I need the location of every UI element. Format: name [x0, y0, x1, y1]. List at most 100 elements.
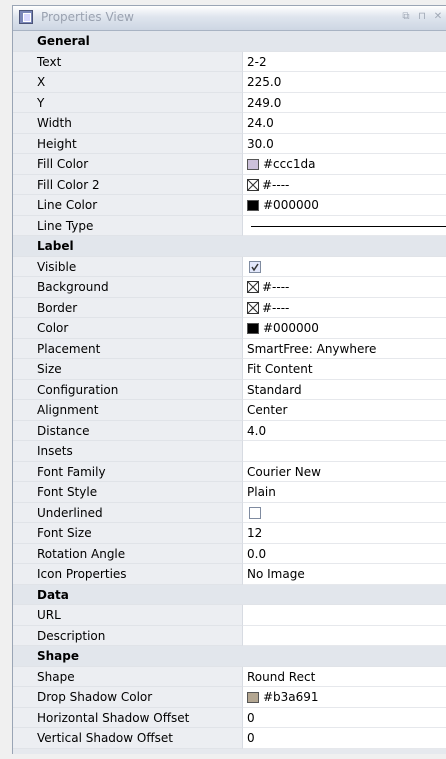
section-title: Label	[13, 236, 446, 257]
property-value[interactable]: 249.0	[243, 92, 446, 113]
property-row-line-type[interactable]: Line Type	[13, 215, 446, 236]
property-label: X	[13, 72, 243, 93]
property-label: Distance	[13, 420, 243, 441]
property-value[interactable]	[243, 441, 446, 462]
property-value[interactable]: #000000	[243, 195, 446, 216]
property-value[interactable]: #000000	[243, 318, 446, 339]
property-row-visible[interactable]: Visible	[13, 256, 446, 277]
pin-icon[interactable]: ⊓	[417, 11, 427, 23]
color-value: #----	[262, 177, 290, 192]
property-label: Y	[13, 92, 243, 113]
section-general[interactable]: General	[13, 31, 446, 52]
property-value[interactable]: 0.0	[243, 543, 446, 564]
panel-title: Properties View	[41, 10, 134, 24]
property-row-distance[interactable]: Distance 4.0	[13, 420, 446, 441]
property-row-drop-shadow-color[interactable]: Drop Shadow Color #b3a691	[13, 687, 446, 708]
properties-view-icon	[19, 10, 33, 24]
property-row-vertical-shadow-offset[interactable]: Vertical Shadow Offset 0	[13, 728, 446, 749]
property-value[interactable]: No Image	[243, 564, 446, 585]
property-label: Drop Shadow Color	[13, 687, 243, 708]
section-label[interactable]: Label	[13, 236, 446, 257]
color-swatch	[247, 692, 259, 703]
property-row-shape[interactable]: Shape Round Rect	[13, 666, 446, 687]
property-label: Placement	[13, 338, 243, 359]
property-row-font-family[interactable]: Font Family Courier New	[13, 461, 446, 482]
property-row-line-color[interactable]: Line Color #000000	[13, 195, 446, 216]
property-label: Configuration	[13, 379, 243, 400]
property-value[interactable]: SmartFree: Anywhere	[243, 338, 446, 359]
property-label: Fill Color 2	[13, 174, 243, 195]
property-label: Font Size	[13, 523, 243, 544]
section-title: Data	[13, 584, 446, 605]
property-row-width[interactable]: Width 24.0	[13, 113, 446, 134]
color-value: #----	[262, 300, 290, 315]
property-value[interactable]: 12	[243, 523, 446, 544]
property-row-underlined[interactable]: Underlined	[13, 502, 446, 523]
property-value[interactable]	[243, 215, 446, 236]
property-label: Width	[13, 113, 243, 134]
property-row-font-style[interactable]: Font Style Plain	[13, 482, 446, 503]
property-label: Horizontal Shadow Offset	[13, 707, 243, 728]
property-value[interactable]: 24.0	[243, 113, 446, 134]
property-row-insets[interactable]: Insets	[13, 441, 446, 462]
property-value[interactable]: Center	[243, 400, 446, 421]
property-row-size[interactable]: Size Fit Content	[13, 359, 446, 380]
restore-icon[interactable]: ⧉	[401, 11, 411, 23]
property-row-x[interactable]: X 225.0	[13, 72, 446, 93]
property-label: Shape	[13, 666, 243, 687]
property-value[interactable]: #ccc1da	[243, 154, 446, 175]
property-value[interactable]	[243, 625, 446, 646]
close-icon[interactable]: ✕	[433, 11, 443, 23]
property-value[interactable]: Standard	[243, 379, 446, 400]
property-label: Visible	[13, 256, 243, 277]
property-row-rotation-angle[interactable]: Rotation Angle 0.0	[13, 543, 446, 564]
property-row-text[interactable]: Text 2-2	[13, 51, 446, 72]
property-value[interactable]: #----	[243, 174, 446, 195]
property-row-border[interactable]: Border #----	[13, 297, 446, 318]
property-row-description[interactable]: Description	[13, 625, 446, 646]
property-row-icon-properties[interactable]: Icon Properties No Image	[13, 564, 446, 585]
property-label: Fill Color	[13, 154, 243, 175]
property-value[interactable]: #b3a691	[243, 687, 446, 708]
property-value[interactable]: Plain	[243, 482, 446, 503]
color-value: #000000	[263, 198, 319, 212]
property-value[interactable]: Courier New	[243, 461, 446, 482]
property-row-horizontal-shadow-offset[interactable]: Horizontal Shadow Offset 0	[13, 707, 446, 728]
property-value[interactable]: Round Rect	[243, 666, 446, 687]
property-row-url[interactable]: URL	[13, 605, 446, 626]
property-value[interactable]	[243, 502, 446, 523]
property-value[interactable]	[243, 256, 446, 277]
property-value[interactable]: 4.0	[243, 420, 446, 441]
property-row-placement[interactable]: Placement SmartFree: Anywhere	[13, 338, 446, 359]
visible-checkbox[interactable]	[249, 260, 261, 273]
window-controls: ⧉ ⊓ ✕	[401, 11, 443, 25]
property-row-color[interactable]: Color #000000	[13, 318, 446, 339]
property-value[interactable]: 0	[243, 728, 446, 749]
property-label: Icon Properties	[13, 564, 243, 585]
property-row-height[interactable]: Height 30.0	[13, 133, 446, 154]
property-value[interactable]	[243, 605, 446, 626]
property-value[interactable]: 2-2	[243, 51, 446, 72]
property-value[interactable]: #----	[243, 297, 446, 318]
property-label: Font Family	[13, 461, 243, 482]
property-row-fill-color[interactable]: Fill Color #ccc1da	[13, 154, 446, 175]
property-row-fill-color-2[interactable]: Fill Color 2 #----	[13, 174, 446, 195]
property-row-alignment[interactable]: Alignment Center	[13, 400, 446, 421]
property-row-background[interactable]: Background #----	[13, 277, 446, 298]
property-label: Border	[13, 297, 243, 318]
property-value[interactable]: 225.0	[243, 72, 446, 93]
section-shape[interactable]: Shape	[13, 646, 446, 667]
property-row-font-size[interactable]: Font Size 12	[13, 523, 446, 544]
property-label: Background	[13, 277, 243, 298]
properties-view-panel: Properties View ⧉ ⊓ ✕ General Text 2-2 X…	[12, 5, 446, 754]
property-row-configuration[interactable]: Configuration Standard	[13, 379, 446, 400]
property-value[interactable]: Fit Content	[243, 359, 446, 380]
property-label: Description	[13, 625, 243, 646]
property-value[interactable]: 0	[243, 707, 446, 728]
property-row-y[interactable]: Y 249.0	[13, 92, 446, 113]
section-data[interactable]: Data	[13, 584, 446, 605]
property-value[interactable]: #----	[243, 277, 446, 298]
underlined-checkbox[interactable]	[249, 506, 261, 519]
property-value[interactable]: 30.0	[243, 133, 446, 154]
color-value: #ccc1da	[263, 157, 316, 171]
